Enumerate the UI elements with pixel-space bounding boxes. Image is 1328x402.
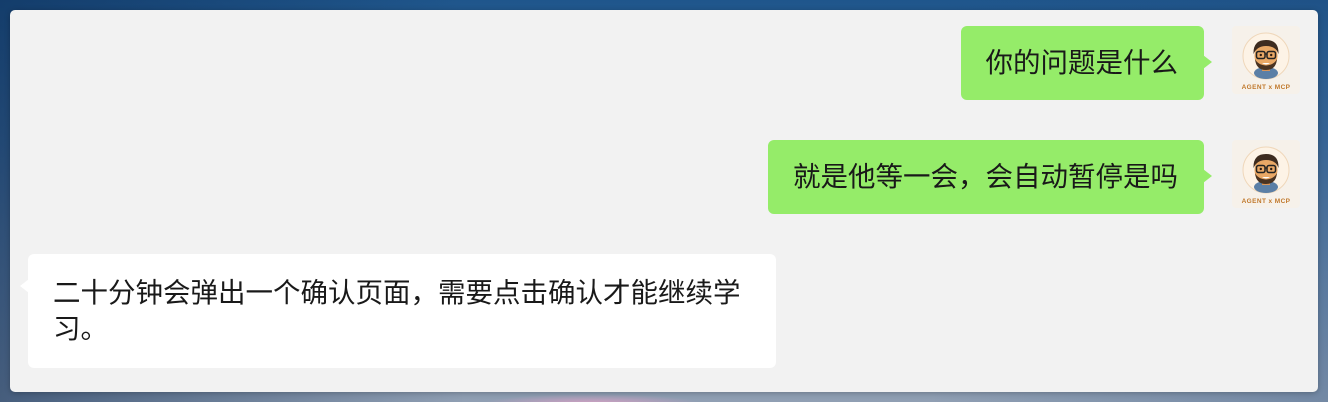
avatar-caption: AGENT x MCP	[1241, 198, 1291, 205]
incoming-message-bubble[interactable]: 二十分钟会弹出一个确认页面，需要点击确认才能继续学习。	[20, 254, 776, 368]
message-text: 二十分钟会弹出一个确认页面，需要点击确认才能继续学习。	[53, 277, 741, 345]
avatar-caption: AGENT x MCP	[1241, 84, 1291, 91]
user-avatar[interactable]: AGENT x MCP	[1232, 26, 1300, 94]
user-avatar[interactable]: AGENT x MCP	[1232, 140, 1300, 208]
outgoing-message-bubble[interactable]: 你的问题是什么	[960, 26, 1212, 100]
message-text: 就是他等一会，会自动暂停是吗	[793, 161, 1178, 193]
chat-window: 你的问题是什么 AGENT x MCP 就是他等一会，会自动暂停是吗 AGENT…	[10, 10, 1318, 392]
outgoing-message-bubble[interactable]: 就是他等一会，会自动暂停是吗	[768, 140, 1212, 214]
message-text: 你的问题是什么	[985, 47, 1179, 79]
